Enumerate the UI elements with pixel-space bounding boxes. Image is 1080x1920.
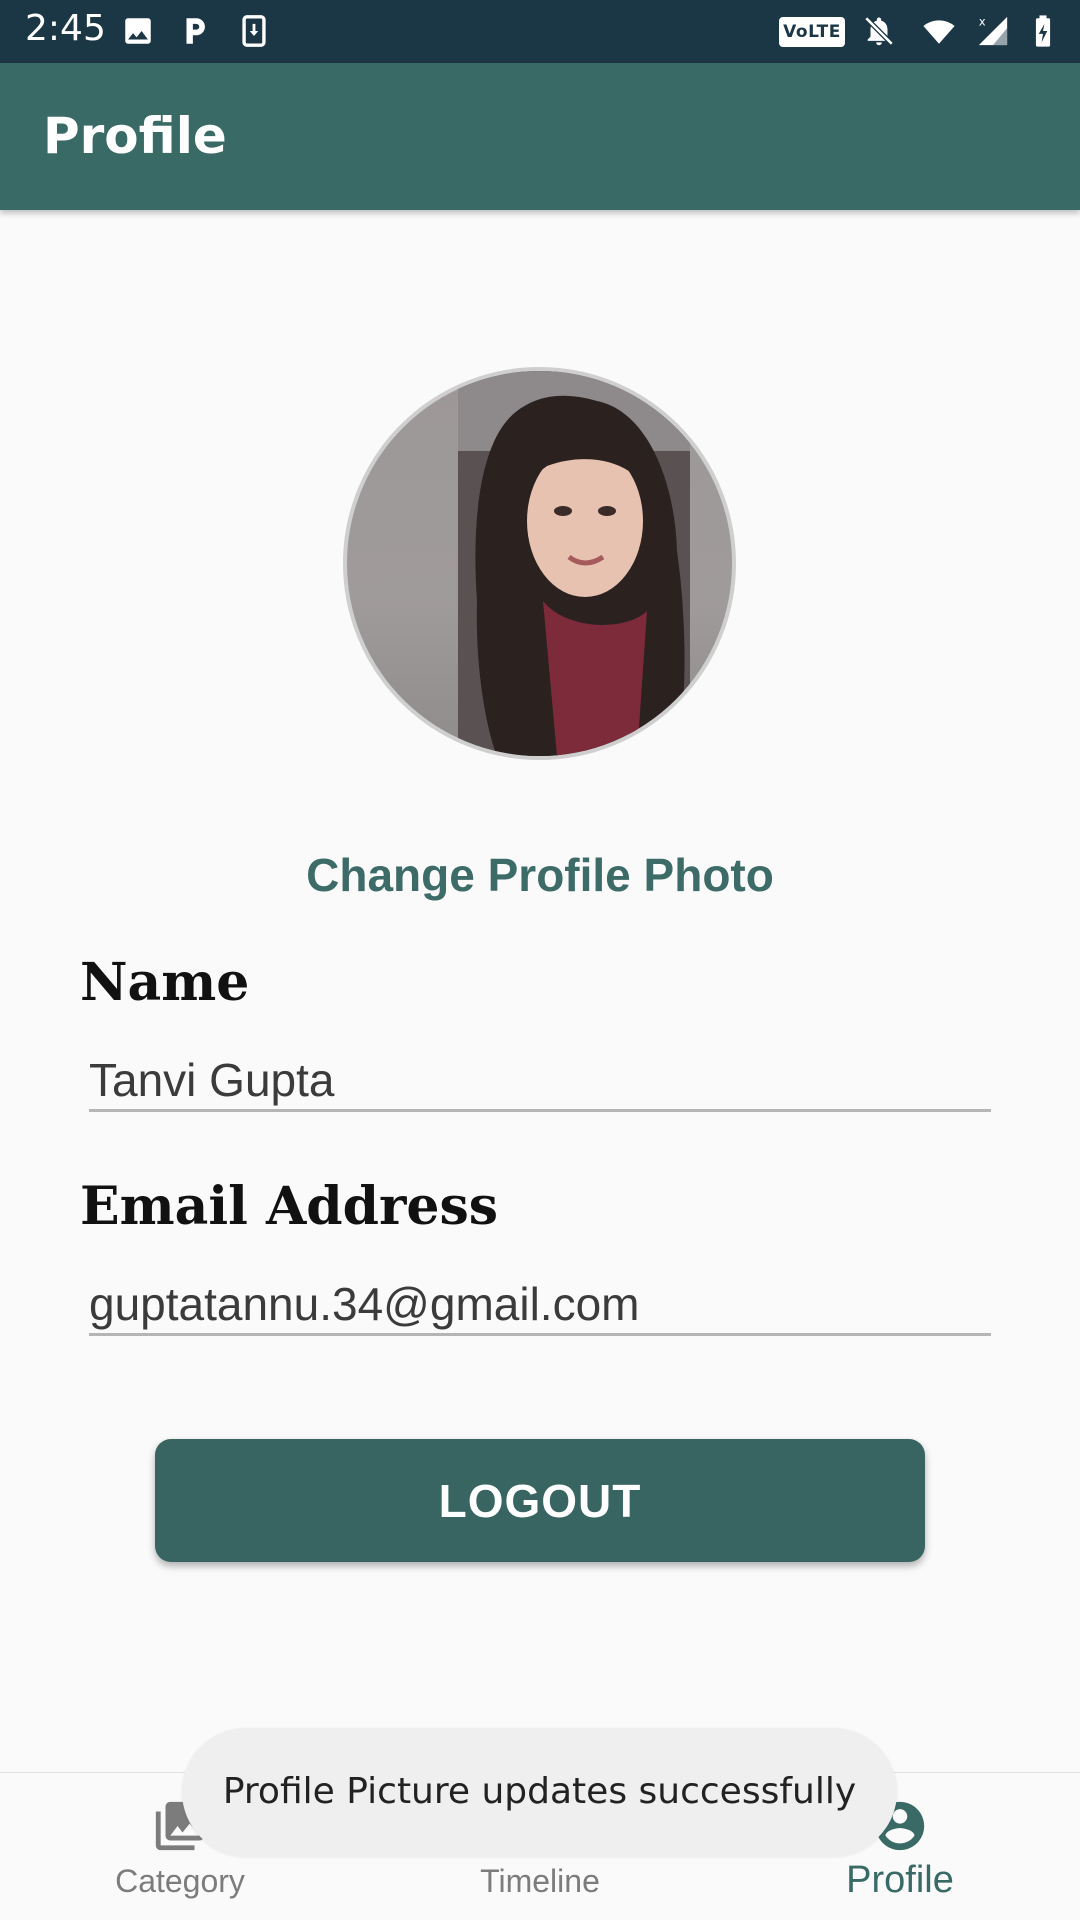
name-label: Name (80, 952, 250, 1013)
svg-text:x: x (979, 14, 986, 28)
app-bar: Profile (0, 63, 1080, 210)
email-field[interactable] (89, 1274, 991, 1336)
avatar[interactable] (343, 367, 736, 760)
parking-icon (178, 14, 212, 48)
download-icon (237, 14, 271, 48)
status-time: 2:45 (25, 8, 106, 49)
wifi-icon (917, 14, 961, 48)
battery-charging-icon (1030, 14, 1056, 48)
toast-message: Profile Picture updates successfully (182, 1728, 897, 1856)
volte-icon: VoLTE (779, 17, 845, 47)
change-profile-photo-link[interactable]: Change Profile Photo (0, 848, 1080, 902)
nav-label-category: Category (115, 1863, 245, 1899)
nav-label-timeline: Timeline (480, 1863, 600, 1899)
signal-icon: x (976, 14, 1010, 48)
logout-button[interactable]: LOGOUT (155, 1439, 925, 1562)
nav-label-profile: Profile (846, 1859, 954, 1901)
image-icon (121, 14, 155, 48)
status-bar: 2:45 VoLTE x (0, 0, 1080, 63)
name-field[interactable] (89, 1050, 991, 1112)
notifications-off-icon (862, 14, 896, 48)
page-title: Profile (43, 107, 227, 165)
email-label: Email Address (80, 1176, 499, 1237)
